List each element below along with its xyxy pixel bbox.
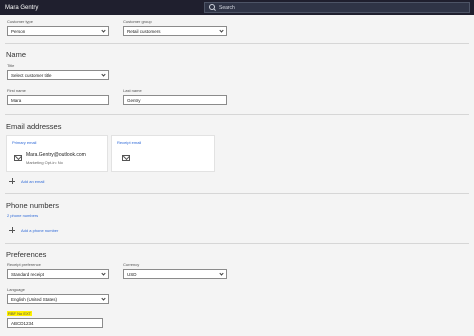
currency-value: USD	[127, 271, 137, 277]
mail-icon	[14, 155, 22, 161]
receipt-preference-select[interactable]: Standard receipt	[7, 269, 109, 279]
app-title: Mara Gentry	[5, 4, 39, 11]
chevron-down-icon	[219, 271, 224, 276]
first-name-value: Mara	[11, 97, 22, 103]
last-name-label: Last name	[123, 88, 142, 93]
customer-group-value: Retail customers	[127, 28, 161, 34]
primary-email-label: Primary email	[12, 140, 37, 145]
language-value: English (United States)	[11, 296, 58, 302]
receipt-email-label: Receipt email	[117, 140, 142, 145]
first-name-field[interactable]: Mara	[7, 95, 109, 105]
add-email-link[interactable]: Add an email	[21, 179, 44, 184]
ext-value: ABCD1234	[11, 320, 34, 326]
chevron-down-icon	[101, 28, 106, 33]
phone-count-link[interactable]: 2 phone numbers	[7, 213, 38, 218]
customer-group-label: Customer group	[123, 19, 152, 24]
add-phone-link[interactable]: Add a phone number	[21, 228, 58, 233]
chevron-down-icon	[101, 72, 106, 77]
preferences-section-title: Preferences	[6, 250, 47, 259]
receipt-email-card[interactable]: Receipt email	[111, 135, 215, 172]
receipt-preference-label: Receipt preference	[7, 262, 41, 267]
divider	[5, 193, 469, 194]
customer-type-value: Person	[11, 28, 26, 34]
currency-select[interactable]: USD	[123, 269, 227, 279]
divider	[5, 43, 469, 44]
language-label: Language	[7, 287, 25, 292]
title-value: Select customer title	[11, 72, 52, 78]
ext-field[interactable]: ABCD1234	[7, 318, 103, 328]
language-select[interactable]: English (United States)	[7, 294, 109, 304]
primary-email-card[interactable]: Primary email Mara.Gentry@outlook.com Ma…	[6, 135, 108, 172]
plus-icon[interactable]	[9, 227, 15, 233]
ext-label: RBF No EXT	[7, 311, 33, 316]
title-label: Title	[7, 63, 15, 68]
primary-email-address: Mara.Gentry@outlook.com	[26, 152, 86, 158]
mail-icon	[122, 155, 130, 161]
name-section-title: Name	[6, 50, 27, 59]
last-name-field[interactable]: Gentry	[123, 95, 227, 105]
customer-group-select[interactable]: Retail customers	[123, 26, 227, 36]
ext-label-text: RBF No EXT	[7, 311, 33, 316]
divider	[5, 243, 469, 244]
email-section-title: Email addresses	[6, 122, 62, 131]
phone-section-title: Phone numbers	[6, 201, 59, 210]
primary-email-opt-in: Marketing Opt-in: No	[26, 160, 63, 165]
last-name-value: Gentry	[127, 97, 141, 103]
top-bar: Mara Gentry Search	[0, 0, 474, 15]
receipt-preference-value: Standard receipt	[11, 271, 45, 277]
customer-type-select[interactable]: Person	[7, 26, 109, 36]
chevron-down-icon	[101, 271, 106, 276]
currency-label: Currency	[123, 262, 140, 267]
chevron-down-icon	[219, 28, 224, 33]
search-input[interactable]: Search	[219, 5, 235, 11]
chevron-down-icon	[101, 296, 106, 301]
search-box[interactable]: Search	[204, 2, 470, 13]
plus-icon[interactable]	[9, 178, 15, 184]
first-name-label: First name	[7, 88, 26, 93]
divider	[5, 114, 469, 115]
search-icon	[209, 4, 216, 11]
title-select[interactable]: Select customer title	[7, 70, 109, 80]
customer-type-label: Customer type	[7, 19, 34, 24]
